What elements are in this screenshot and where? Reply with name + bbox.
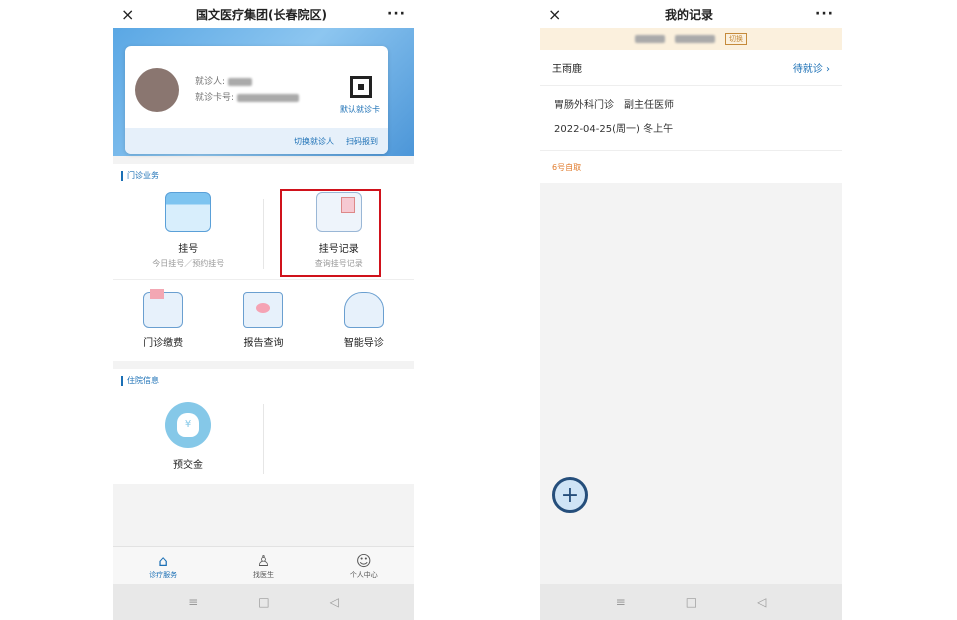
title-bar: × 我的记录 ··· (540, 0, 842, 28)
system-nav-bar: ≡ □ ◁ (113, 584, 414, 620)
report-icon (243, 292, 284, 328)
card-actions: 切换就诊人 扫码报到 (125, 128, 388, 154)
home-button-icon[interactable]: □ (686, 595, 697, 609)
status-label: 待就诊 (792, 64, 823, 75)
record-patient: 王雨鹿 (552, 64, 582, 75)
status-badge: 待就诊 › (793, 60, 830, 75)
tab-label: 个人中心 (349, 570, 378, 579)
pay-tile[interactable]: 门诊缴费 (113, 280, 213, 361)
tab-services[interactable]: ⌂ 诊疗服务 (113, 547, 213, 584)
left-screen: × 国文医疗集团(长春院区) ··· 就诊人: 就诊卡号: 默认就诊卡 切换就诊… (113, 0, 414, 620)
default-card-label: 默认就诊卡 (340, 105, 380, 114)
yuan-icon: ¥ (177, 412, 199, 437)
page-title: 国文医疗集团(长春院区) (196, 7, 327, 22)
home-button-icon[interactable]: □ (258, 595, 269, 609)
record-date: 2022-04-25(周一) 冬上午 (554, 124, 674, 135)
user-icon: ☺ (356, 551, 372, 570)
switch-patient-button[interactable]: 切换就诊人 (294, 136, 334, 147)
qr-code-icon[interactable] (350, 76, 372, 98)
outpatient-row-2: 门诊缴费 报告查询 智能导诊 (113, 279, 414, 361)
guide-label: 智能导诊 (343, 338, 384, 349)
plus-icon: + (560, 482, 580, 508)
right-screen: × 我的记录 ··· 切换 王雨鹿 待就诊 › 胃肠外科门诊 副主任医师 202… (540, 0, 842, 620)
page-title: 我的记录 (664, 7, 713, 22)
register-label: 挂号 (178, 244, 199, 255)
patient-card: 就诊人: 就诊卡号: 默认就诊卡 切换就诊人 扫码报到 (125, 46, 388, 154)
report-label: 报告查询 (243, 338, 284, 349)
close-icon[interactable]: × (548, 5, 566, 24)
pay-label: 门诊缴费 (143, 338, 184, 349)
menu-icon[interactable]: ≡ (188, 595, 198, 609)
patient-notice: 切换 (540, 28, 842, 50)
title-bar: × 国文医疗集团(长春院区) ··· (113, 0, 414, 28)
tab-label: 诊疗服务 (149, 570, 178, 579)
wallet-icon (143, 289, 184, 328)
patient-name-redacted (227, 77, 252, 86)
switch-button[interactable]: 切换 (725, 33, 747, 45)
register-tile[interactable]: 挂号 今日挂号／预约挂号 (113, 183, 264, 279)
card-number-redacted (236, 93, 299, 102)
deposit-label: 预交金 (173, 459, 203, 471)
record-header[interactable]: 王雨鹿 待就诊 › (540, 50, 842, 86)
records-icon (315, 192, 362, 232)
inpatient-heading: 住院信息 (113, 369, 414, 388)
calendar-icon (165, 192, 212, 232)
records-label: 挂号记录 (318, 244, 359, 255)
outpatient-section: 门诊业务 挂号 今日挂号／预约挂号 挂号记录 查询挂号记录 门诊缴费 报告查询 … (113, 164, 414, 361)
inpatient-row: ¥ 预交金 (113, 388, 414, 484)
menu-icon[interactable]: ≡ (616, 595, 626, 609)
back-icon[interactable]: ◁ (757, 595, 766, 609)
system-nav-bar: ≡ □ ◁ (540, 584, 842, 620)
add-record-button[interactable]: + (552, 477, 588, 513)
more-icon[interactable]: ··· (812, 6, 834, 22)
record-note: 6号自取 (552, 162, 582, 172)
home-icon: ⌂ (158, 551, 168, 570)
record-dept: 胃肠外科门诊 副主任医师 (554, 100, 674, 111)
redacted-card (675, 35, 715, 43)
redacted-name (635, 35, 665, 43)
patient-info: 就诊人: 就诊卡号: (195, 74, 299, 106)
inpatient-section: 住院信息 ¥ 预交金 (113, 369, 414, 484)
add-person-icon: ♙ (256, 551, 271, 570)
more-icon[interactable]: ··· (384, 6, 406, 22)
patient-name-label: 就诊人: (195, 77, 226, 87)
tab-find-doctor[interactable]: ♙ 找医生 (213, 547, 313, 584)
outpatient-row-1: 挂号 今日挂号／预约挂号 挂号记录 查询挂号记录 (113, 183, 414, 279)
report-tile[interactable]: 报告查询 (213, 280, 313, 361)
outpatient-heading: 门诊业务 (113, 164, 414, 183)
register-sub: 今日挂号／预约挂号 (152, 259, 225, 268)
chevron-right-icon: › (826, 64, 830, 75)
divider (263, 199, 264, 269)
register-records-tile[interactable]: 挂号记录 查询挂号记录 (264, 183, 415, 279)
divider (263, 404, 264, 474)
records-sub: 查询挂号记录 (314, 259, 363, 268)
record-card[interactable]: 王雨鹿 待就诊 › 胃肠外科门诊 副主任医师 2022-04-25(周一) 冬上… (540, 50, 842, 183)
tab-bar: ⌂ 诊疗服务 ♙ 找医生 ☺ 个人中心 (113, 546, 414, 584)
guide-tile[interactable]: 智能导诊 (314, 280, 414, 361)
banner: 就诊人: 就诊卡号: 默认就诊卡 切换就诊人 扫码报到 (113, 28, 414, 156)
back-icon[interactable]: ◁ (330, 595, 339, 609)
tab-profile[interactable]: ☺ 个人中心 (314, 547, 414, 584)
guide-icon (343, 292, 384, 328)
tab-label: 找医生 (252, 570, 274, 579)
avatar (135, 68, 179, 112)
scan-checkin-button[interactable]: 扫码报到 (346, 136, 378, 147)
record-body: 胃肠外科门诊 副主任医师 2022-04-25(周一) 冬上午 (540, 86, 842, 151)
money-bag-icon: ¥ (165, 401, 211, 448)
card-number-label: 就诊卡号: (195, 93, 235, 103)
close-icon[interactable]: × (121, 5, 139, 24)
deposit-tile[interactable]: ¥ 预交金 (113, 388, 263, 484)
